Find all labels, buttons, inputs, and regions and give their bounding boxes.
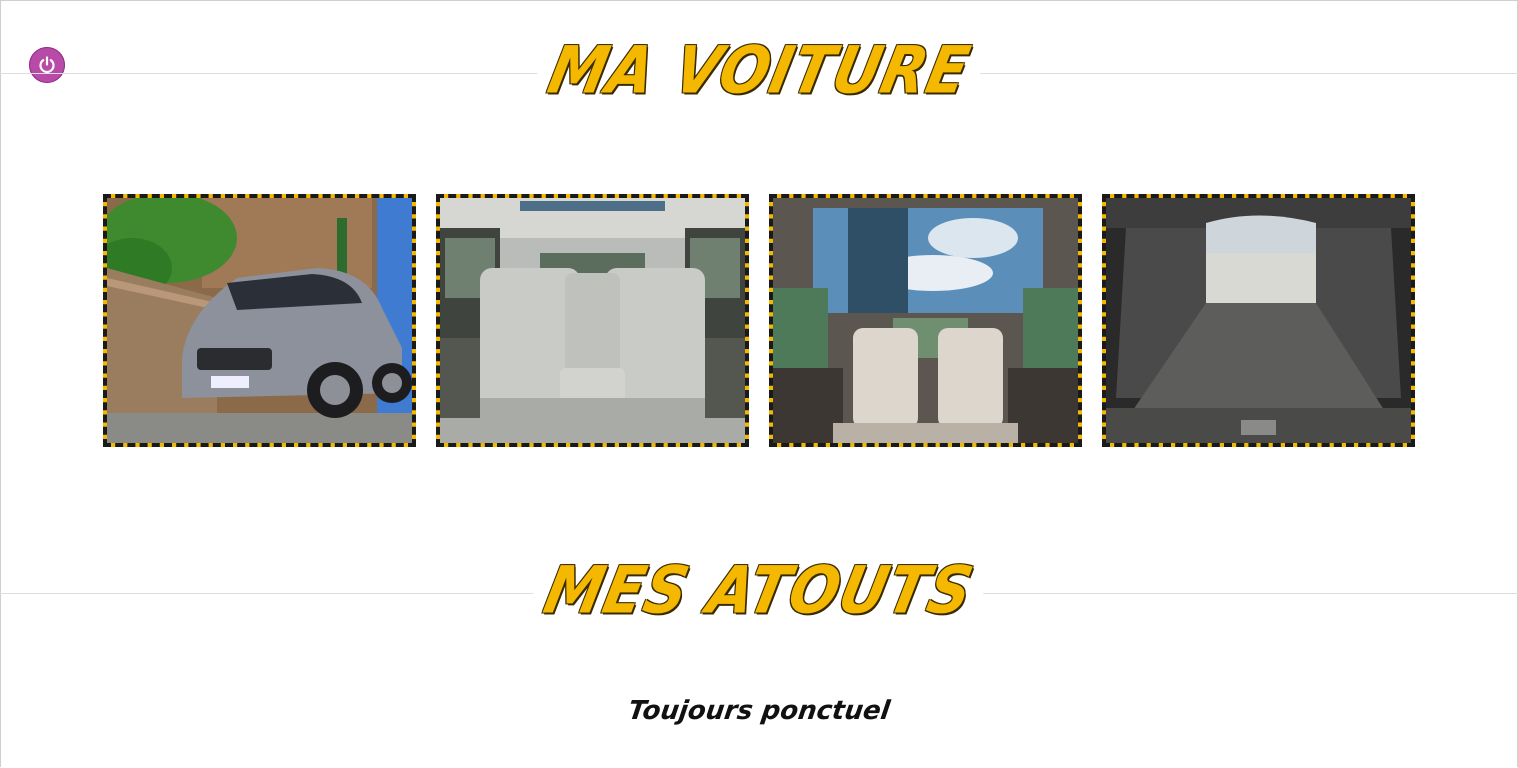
gallery-photo-panoramic-roof[interactable] <box>769 194 1082 447</box>
trunk-image <box>1106 198 1411 443</box>
section-divider <box>0 73 1518 74</box>
section-divider <box>0 593 1518 594</box>
gallery-photo-trunk[interactable] <box>1102 194 1415 447</box>
gallery-photo-rear-seats[interactable] <box>436 194 749 447</box>
gallery-photo-exterior[interactable] <box>103 194 416 447</box>
power-button[interactable] <box>29 47 65 83</box>
car-gallery <box>103 194 1416 447</box>
atout-item: Toujours ponctuel <box>626 696 892 726</box>
car-exterior-image <box>107 198 412 443</box>
rear-seats-image <box>440 198 745 443</box>
panoramic-roof-image <box>773 198 1078 443</box>
power-icon <box>39 56 55 74</box>
